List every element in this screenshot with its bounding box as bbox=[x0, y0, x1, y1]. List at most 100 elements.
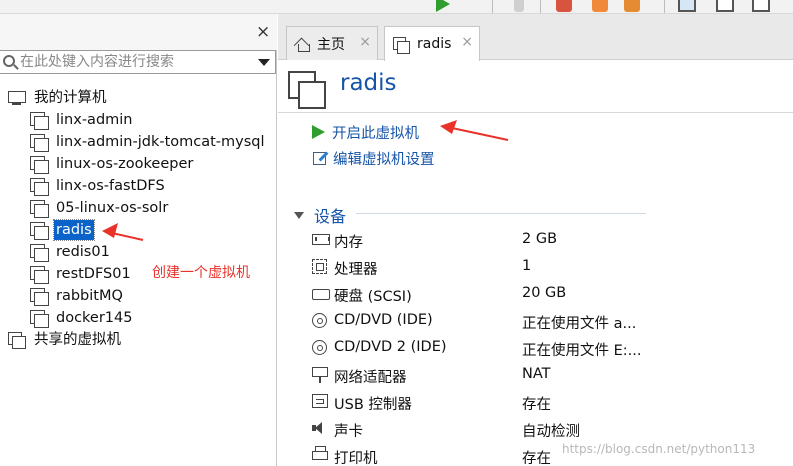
device-value: 存在 bbox=[522, 397, 551, 413]
search-dropdown-icon[interactable] bbox=[258, 59, 270, 66]
device-row-network-adapter[interactable]: 网络适配器 NAT bbox=[312, 364, 782, 388]
tree-item-vm[interactable]: restDFS01 bbox=[30, 263, 133, 285]
snapshot-down-icon[interactable] bbox=[514, 0, 524, 12]
device-row-usb-controller[interactable]: USB 控制器 存在 bbox=[312, 391, 782, 415]
vm-details-panel: 主页 × radis × radis 开启此虚拟机 编辑虚拟机设置 设备 内存 … bbox=[278, 14, 793, 466]
edit-settings-icon bbox=[312, 150, 328, 166]
tree-item-label: redis01 bbox=[56, 244, 110, 260]
device-value: NAT bbox=[522, 366, 551, 382]
close-tab-icon[interactable]: × bbox=[461, 34, 473, 50]
toolbar-separator bbox=[540, 0, 541, 13]
hard-disk-icon bbox=[312, 289, 330, 300]
tab-label: 主页 bbox=[317, 36, 345, 53]
tab-label: radis bbox=[417, 36, 452, 52]
tree-item-vm[interactable]: linx-admin-jdk-tomcat-mysql bbox=[30, 131, 267, 153]
device-name: 内存 bbox=[334, 235, 363, 251]
vm-icon bbox=[30, 266, 49, 284]
device-value: 正在使用文件 E:... bbox=[522, 343, 642, 359]
vm-title: radis bbox=[340, 70, 397, 96]
tree-item-label: linx-os-fastDFS bbox=[56, 178, 165, 194]
vm-icon bbox=[30, 178, 49, 196]
tree-item-label: docker145 bbox=[56, 310, 133, 326]
view-console-icon[interactable] bbox=[716, 0, 734, 12]
device-value: 20 GB bbox=[522, 285, 567, 301]
device-row-cd-dvd[interactable]: CD/DVD (IDE) 正在使用文件 a... bbox=[312, 310, 782, 334]
devices-section-title: 设备 bbox=[314, 207, 347, 226]
tree-item-label: 共享的虚拟机 bbox=[34, 332, 121, 348]
vm-icon bbox=[30, 134, 49, 152]
computer-icon bbox=[8, 91, 26, 105]
view-library-icon[interactable] bbox=[678, 0, 696, 12]
tree-item-label: linux-os-zookeeper bbox=[56, 156, 194, 172]
vm-icon bbox=[30, 222, 49, 240]
tree-item-vm[interactable]: linx-os-fastDFS bbox=[30, 175, 167, 197]
device-value: 2 GB bbox=[522, 231, 558, 247]
device-row-sound-card[interactable]: 声卡 自动检测 bbox=[312, 418, 782, 442]
vm-icon bbox=[30, 310, 49, 328]
shared-vms-icon bbox=[8, 332, 26, 349]
toolbar-strip bbox=[0, 0, 793, 14]
device-value: 自动检测 bbox=[522, 424, 580, 440]
cd-dvd-icon bbox=[312, 313, 327, 328]
tree-item-shared-vms[interactable]: 共享的虚拟机 bbox=[8, 329, 123, 351]
tree-item-label: linx-admin-jdk-tomcat-mysql bbox=[56, 134, 265, 150]
tree-item-vm[interactable]: rabbitMQ bbox=[30, 285, 125, 307]
close-library-button[interactable]: × bbox=[256, 22, 270, 42]
library-panel: × 我的计算机 linx-admin linx-admin-jdk-tomcat… bbox=[0, 14, 277, 466]
tree-item-vm[interactable]: linux-os-zookeeper bbox=[30, 153, 195, 175]
revert-snapshot-icon[interactable] bbox=[556, 0, 572, 12]
processor-icon bbox=[312, 259, 327, 274]
device-row-memory[interactable]: 内存 2 GB bbox=[312, 229, 782, 253]
cd-dvd-icon bbox=[312, 340, 327, 355]
vm-header: radis bbox=[278, 61, 793, 113]
tree-item-label: 05-linux-os-solr bbox=[56, 200, 169, 216]
vm-icon bbox=[30, 200, 49, 218]
toolbar-separator bbox=[664, 0, 665, 13]
device-name: 处理器 bbox=[334, 262, 378, 278]
device-row-processor[interactable]: 处理器 1 bbox=[312, 256, 782, 280]
search-icon bbox=[3, 55, 15, 67]
take-snapshot-icon[interactable] bbox=[592, 0, 608, 12]
device-name: 网络适配器 bbox=[334, 370, 407, 386]
edit-settings-label: 编辑虚拟机设置 bbox=[333, 151, 435, 168]
printer-icon bbox=[312, 446, 328, 460]
toolbar-separator bbox=[492, 0, 493, 13]
collapse-triangle-icon bbox=[294, 211, 304, 219]
tree-item-my-computer[interactable]: 我的计算机 bbox=[8, 87, 109, 109]
view-fullscreen-icon[interactable] bbox=[752, 0, 770, 12]
network-adapter-icon bbox=[312, 367, 328, 383]
tree-item-vm-selected[interactable]: radis bbox=[30, 219, 95, 241]
device-row-hard-disk[interactable]: 硬盘 (SCSI) 20 GB bbox=[312, 283, 782, 307]
tree-item-label: rabbitMQ bbox=[56, 288, 123, 304]
vm-icon bbox=[30, 112, 49, 130]
power-on-toolbar-icon[interactable] bbox=[436, 0, 450, 12]
device-name: 声卡 bbox=[334, 424, 363, 440]
vm-large-icon bbox=[288, 71, 326, 109]
close-tab-icon[interactable]: × bbox=[359, 34, 371, 50]
home-icon bbox=[295, 37, 311, 52]
tree-item-label: restDFS01 bbox=[56, 266, 131, 282]
device-row-cd-dvd-2[interactable]: CD/DVD 2 (IDE) 正在使用文件 E:... bbox=[312, 337, 782, 361]
manage-snapshots-icon[interactable] bbox=[624, 0, 640, 12]
tree-item-vm[interactable]: linx-admin bbox=[30, 109, 135, 131]
tree-item-vm[interactable]: redis01 bbox=[30, 241, 112, 263]
memory-icon bbox=[312, 234, 330, 245]
device-value: 正在使用文件 a... bbox=[522, 316, 637, 332]
tree-item-label: radis bbox=[53, 219, 95, 241]
tree-item-label: linx-admin bbox=[56, 112, 133, 128]
tree-item-vm[interactable]: 05-linux-os-solr bbox=[30, 197, 170, 219]
tab-radis[interactable]: radis × bbox=[384, 26, 480, 61]
sound-card-icon bbox=[312, 421, 328, 435]
edit-vm-settings-link[interactable]: 编辑虚拟机设置 bbox=[312, 147, 435, 169]
device-value: 存在 bbox=[522, 451, 551, 466]
library-header: × bbox=[0, 14, 277, 50]
devices-section-toggle[interactable]: 设备 bbox=[294, 203, 346, 227]
tab-home[interactable]: 主页 × bbox=[286, 26, 378, 60]
play-icon bbox=[312, 125, 325, 139]
tree-item-vm[interactable]: docker145 bbox=[30, 307, 135, 329]
power-on-vm-link[interactable]: 开启此虚拟机 bbox=[312, 121, 419, 143]
vm-icon bbox=[30, 244, 49, 262]
vm-icon bbox=[30, 288, 49, 306]
search-input[interactable] bbox=[20, 53, 250, 71]
watermark: https://blog.csdn.net/python113 bbox=[562, 442, 756, 456]
